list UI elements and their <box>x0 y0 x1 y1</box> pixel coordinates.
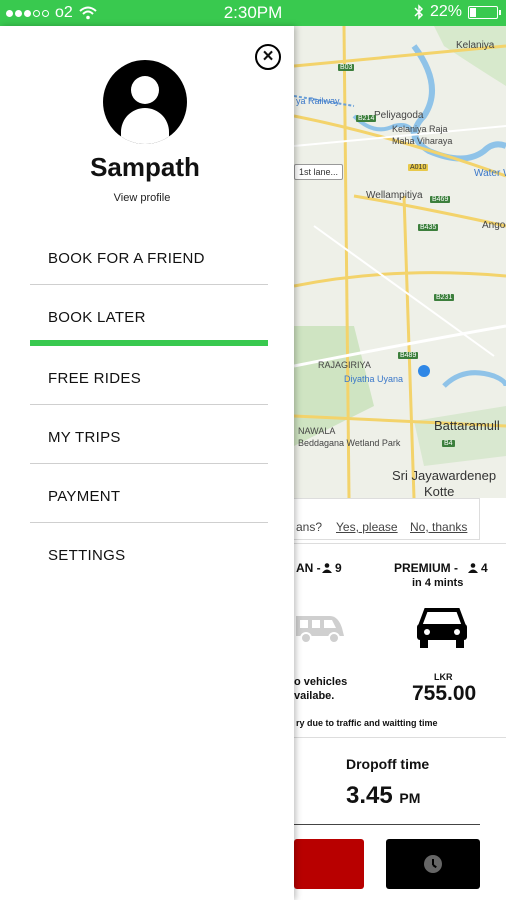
booking-panel: ans? Yes, please No, thanks AN - 9 o veh… <box>294 498 506 900</box>
map-label: Maha Viharaya <box>392 136 453 146</box>
close-drawer-button[interactable]: × <box>255 44 281 70</box>
bluetooth-icon <box>414 4 424 20</box>
menu-item-settings[interactable]: SETTINGS <box>30 523 268 582</box>
battery-percent: 22% <box>429 3 462 20</box>
close-icon: × <box>262 46 274 67</box>
side-drawer: × Sampath View profile BOOK FOR A FRIEND… <box>0 26 294 900</box>
map-label: Diyatha Uyana <box>344 374 404 384</box>
road-marker: B214 <box>356 115 377 122</box>
dropoff-time: 3.45 PM <box>346 782 420 810</box>
menu-item-label: PAYMENT <box>48 488 121 505</box>
map-label: Sri Jayawardenep <box>392 468 497 483</box>
map-label: NAWALA <box>298 426 336 436</box>
road-marker: B469 <box>430 196 451 203</box>
menu-item-label: MY TRIPS <box>48 429 121 446</box>
van-status-line1: o vehicles <box>294 676 348 688</box>
drawer-menu: BOOK FOR A FRIEND BOOK LATER FREE RIDES … <box>30 226 268 582</box>
premium-capacity: 4 <box>481 561 488 575</box>
premium-eta: in 4 mints <box>412 577 464 589</box>
car-icon[interactable] <box>416 606 468 650</box>
price-value: 755.00 <box>412 682 477 705</box>
delay-note: ry due to traffic and waitting time <box>296 718 438 728</box>
user-name: Sampath <box>90 152 200 182</box>
van-capacity: 9 <box>335 561 342 575</box>
status-bar: o2 2:30PM 22% <box>0 0 506 26</box>
dropoff-ampm: PM <box>399 790 421 806</box>
person-icon <box>322 563 332 573</box>
menu-item-label: BOOK LATER <box>48 309 146 326</box>
premium-label: PREMIUM - <box>394 561 458 575</box>
price-currency: LKR <box>434 672 453 682</box>
menu-item-book-for-a-friend[interactable]: BOOK FOR A FRIEND <box>30 226 268 285</box>
map-label: Kotte <box>424 484 455 498</box>
menu-item-free-rides[interactable]: FREE RIDES <box>30 346 268 405</box>
map-label: RAJAGIRIYA <box>318 360 371 370</box>
road-marker: B231 <box>434 294 455 301</box>
menu-item-label: SETTINGS <box>48 547 126 564</box>
menu-item-label: BOOK FOR A FRIEND <box>48 250 205 267</box>
map-label: Peliyagoda <box>374 110 424 121</box>
road-marker: B03 <box>338 64 355 71</box>
map-route-chip[interactable]: 1st lane... <box>294 164 344 180</box>
dropoff-time-value: 3.45 <box>346 782 393 809</box>
clock-icon <box>424 855 442 873</box>
map-label: Kelaniya <box>456 40 495 51</box>
map-label: ya Railway <box>296 96 340 106</box>
road-marker: B489 <box>398 352 419 359</box>
road-marker: A010 <box>408 164 429 171</box>
battery-icon <box>468 5 501 19</box>
divider <box>294 824 480 825</box>
view-profile-link[interactable]: View profile <box>0 192 284 204</box>
yes-please-link[interactable]: Yes, please <box>336 520 398 534</box>
map-view[interactable]: Kelaniya Peliyagoda Kelaniya Raja Maha V… <box>294 26 506 498</box>
map-label: Water W <box>474 168 506 179</box>
van-status-line2: vailabe. <box>294 690 335 702</box>
no-thanks-link[interactable]: No, thanks <box>410 520 467 534</box>
road-marker: B4 <box>442 440 455 447</box>
vehicle-options: AN - 9 o vehicles vailabe. PREMIUM - 4 i… <box>294 543 506 738</box>
dropoff-label: Dropoff time <box>346 756 430 772</box>
map-label: Beddagana Wetland Park <box>298 438 401 448</box>
map-label: Angoc <box>482 220 506 231</box>
avatar[interactable] <box>103 60 187 144</box>
road-marker: B435 <box>418 224 439 231</box>
map-label: Kelaniya Raja <box>392 124 448 134</box>
schedule-button[interactable] <box>386 839 480 889</box>
status-right: 22% <box>414 3 501 21</box>
book-now-button[interactable] <box>294 839 364 889</box>
promo-question: ans? Yes, please No, thanks <box>294 498 480 540</box>
van-icon[interactable] <box>294 610 346 646</box>
menu-item-label: FREE RIDES <box>48 370 142 387</box>
map-label: Wellampitiya <box>366 190 423 201</box>
person-icon <box>468 563 478 573</box>
question-text: ans? <box>296 520 323 534</box>
map-label: Battaramull <box>434 418 500 433</box>
van-label: AN - <box>296 561 321 575</box>
menu-item-payment[interactable]: PAYMENT <box>30 464 268 523</box>
menu-item-my-trips[interactable]: MY TRIPS <box>30 405 268 464</box>
menu-item-book-later[interactable]: BOOK LATER <box>30 285 268 346</box>
